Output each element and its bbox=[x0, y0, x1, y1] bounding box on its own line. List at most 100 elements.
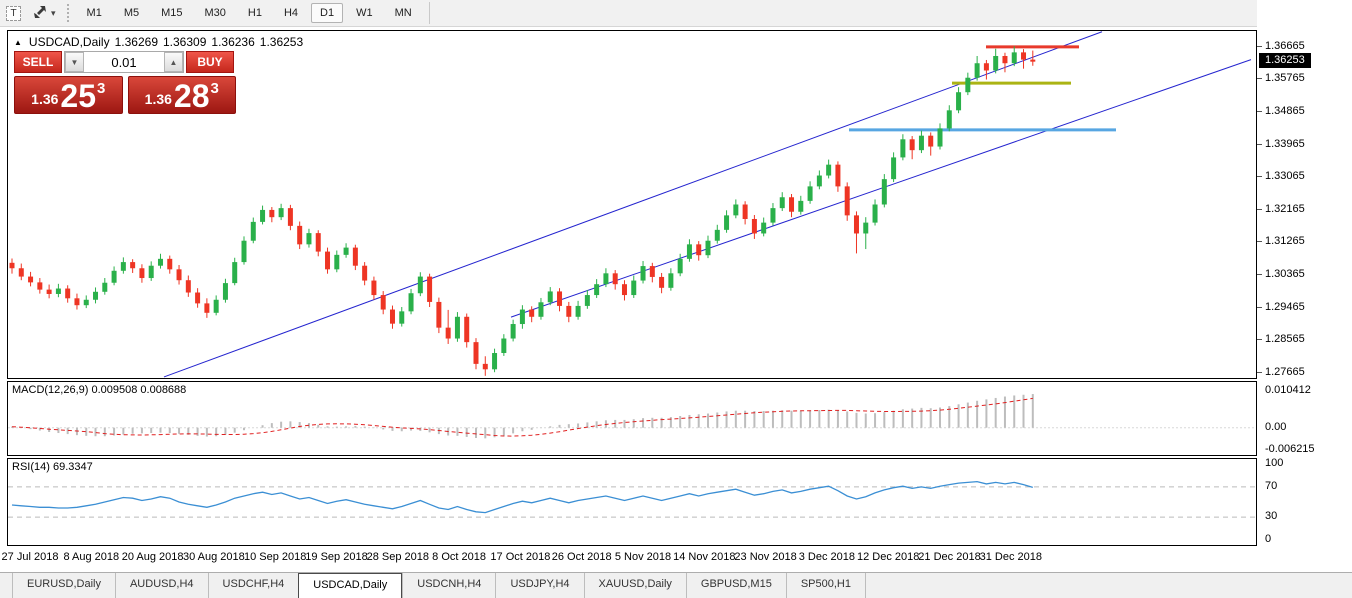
timeframe-button-d1[interactable]: D1 bbox=[311, 3, 343, 23]
macd-axis-label: -0.006215 bbox=[1265, 443, 1315, 455]
toolbar-separator bbox=[429, 2, 430, 24]
buy-price-tile[interactable]: 1.36283 bbox=[128, 76, 237, 114]
price-axis-label: 1.32165 bbox=[1265, 203, 1305, 215]
current-price-tag: 1.36253 bbox=[1259, 53, 1311, 68]
price-axis-tick bbox=[1257, 307, 1262, 308]
date-axis-label: 8 Aug 2018 bbox=[63, 551, 119, 563]
price-axis-tick bbox=[1257, 144, 1262, 145]
price-axis-tick bbox=[1257, 46, 1262, 47]
date-axis[interactable]: 27 Jul 2018 8 Aug 201820 Aug 201830 Aug 2… bbox=[0, 546, 1352, 572]
chart-tab-usdjpy[interactable]: USDJPY,H4 bbox=[495, 573, 583, 598]
price-axis-tick bbox=[1257, 176, 1262, 177]
date-axis-label: 3 Dec 2018 bbox=[799, 551, 855, 563]
date-axis-label: 14 Nov 2018 bbox=[673, 551, 735, 563]
price-axis-label: 1.33065 bbox=[1265, 170, 1305, 182]
date-axis-label: 19 Sep 2018 bbox=[305, 551, 367, 563]
buy-price-pips: 28 bbox=[174, 81, 210, 111]
buy-button[interactable]: BUY bbox=[186, 51, 234, 73]
rsi-label: RSI(14) 69.3347 bbox=[12, 461, 93, 473]
sell-button[interactable]: SELL bbox=[14, 51, 62, 73]
date-axis-label: 31 Dec 2018 bbox=[980, 551, 1042, 563]
date-axis-label: 26 Oct 2018 bbox=[552, 551, 612, 563]
chart-tab-usdcnh[interactable]: USDCNH,H4 bbox=[402, 573, 495, 598]
chart-tab-usdchf[interactable]: USDCHF,H4 bbox=[208, 573, 299, 598]
price-axis-label: 1.36665 bbox=[1265, 40, 1305, 52]
timeframe-button-mn[interactable]: MN bbox=[386, 3, 421, 23]
volume-stepper: ▼ ▲ bbox=[64, 51, 184, 73]
chart-title: ▲ USDCAD,Daily 1.36269 1.36309 1.36236 1… bbox=[14, 35, 303, 49]
macd-axis-label: 0.00 bbox=[1265, 421, 1286, 433]
date-axis-label: 5 Nov 2018 bbox=[615, 551, 671, 563]
volume-increase-button[interactable]: ▲ bbox=[164, 52, 183, 72]
rsi-line bbox=[12, 482, 1033, 513]
ohlc-open: 1.36269 bbox=[115, 35, 158, 49]
macd-label: MACD(12,26,9) 0.009508 0.008688 bbox=[12, 384, 186, 396]
sell-price-tile[interactable]: 1.36253 bbox=[14, 76, 123, 114]
rsi-chart bbox=[8, 459, 1256, 545]
chart-symbol-period: USDCAD,Daily bbox=[29, 35, 110, 49]
timeframe-button-h1[interactable]: H1 bbox=[239, 3, 271, 23]
chart-tab-bar: EURUSD,DailyAUDUSD,H4USDCHF,H4USDCAD,Dai… bbox=[0, 572, 1352, 598]
volume-decrease-button[interactable]: ▼ bbox=[65, 52, 84, 72]
date-axis-label: 21 Dec 2018 bbox=[918, 551, 980, 563]
ohlc-low: 1.36236 bbox=[211, 35, 254, 49]
mt4-window: T ▾ M1M5M15M30H1H4D1W1MN ▲ USDCAD,Daily … bbox=[0, 0, 1352, 598]
macd-axis-label: 0.010412 bbox=[1265, 384, 1311, 396]
timeframe-button-m5[interactable]: M5 bbox=[115, 3, 148, 23]
volume-input[interactable] bbox=[84, 52, 164, 72]
rsi-axis-label: 30 bbox=[1265, 510, 1277, 522]
chevron-down-icon: ▾ bbox=[51, 8, 56, 19]
timeframe-group: M1M5M15M30H1H4D1W1MN bbox=[76, 3, 423, 23]
chart-tab-xauusd[interactable]: XAUUSD,Daily bbox=[584, 573, 686, 598]
chart-tab-sp500[interactable]: SP500,H1 bbox=[786, 573, 866, 598]
price-axis-tick bbox=[1257, 274, 1262, 275]
date-axis-label: 12 Dec 2018 bbox=[857, 551, 919, 563]
macd-indicator-pane[interactable]: MACD(12,26,9) 0.009508 0.008688 bbox=[7, 381, 1257, 456]
timeframe-button-m1[interactable]: M1 bbox=[78, 3, 111, 23]
rsi-axis-label: 100 bbox=[1265, 457, 1283, 469]
price-axis-label: 1.29465 bbox=[1265, 301, 1305, 313]
price-axis-tick bbox=[1257, 372, 1262, 373]
date-axis-label: 27 Jul 2018 bbox=[2, 551, 59, 563]
arrows-tool-button[interactable]: ▾ bbox=[27, 2, 62, 24]
price-axis-label: 1.34865 bbox=[1265, 105, 1305, 117]
text-tool-icon: T bbox=[6, 6, 21, 21]
rsi-indicator-pane[interactable]: RSI(14) 69.3347 bbox=[7, 458, 1257, 546]
timeframe-button-m15[interactable]: M15 bbox=[152, 3, 191, 23]
price-axis-label: 1.31265 bbox=[1265, 235, 1305, 247]
date-axis-label: 20 Aug 2018 bbox=[122, 551, 184, 563]
date-axis-label: 28 Sep 2018 bbox=[367, 551, 429, 563]
timeframe-button-m30[interactable]: M30 bbox=[196, 3, 235, 23]
chart-tab-eurusd[interactable]: EURUSD,Daily bbox=[12, 573, 115, 598]
date-axis-label: 8 Oct 2018 bbox=[432, 551, 486, 563]
price-axis-label: 1.27665 bbox=[1265, 366, 1305, 378]
price-axis-label: 1.28565 bbox=[1265, 333, 1305, 345]
chart-tab-gbpusd[interactable]: GBPUSD,M15 bbox=[686, 573, 786, 598]
buy-price-point: 3 bbox=[211, 80, 219, 97]
price-axis-tick bbox=[1257, 339, 1262, 340]
channel-lower-trendline[interactable] bbox=[511, 60, 1251, 318]
collapse-trade-panel-icon[interactable]: ▲ bbox=[14, 38, 22, 47]
price-axis-tick bbox=[1257, 209, 1262, 210]
top-toolbar: T ▾ M1M5M15M30H1H4D1W1MN bbox=[0, 0, 1352, 27]
chart-tab-audusd[interactable]: AUDUSD,H4 bbox=[115, 573, 208, 598]
buy-price-prefix: 1.36 bbox=[145, 91, 172, 107]
timeframe-button-h4[interactable]: H4 bbox=[275, 3, 307, 23]
toolbar-grip bbox=[67, 4, 69, 22]
text-tool-button[interactable]: T bbox=[0, 2, 27, 24]
trade-prices-row: 1.36253 1.36283 bbox=[14, 76, 236, 114]
sell-price-point: 3 bbox=[97, 80, 105, 97]
sell-price-pips: 25 bbox=[60, 81, 96, 111]
date-axis-label: 17 Oct 2018 bbox=[490, 551, 550, 563]
price-axis-label: 1.30365 bbox=[1265, 268, 1305, 280]
price-axis-label: 1.33965 bbox=[1265, 138, 1305, 150]
timeframe-button-w1[interactable]: W1 bbox=[347, 3, 382, 23]
price-chart-pane[interactable]: ▲ USDCAD,Daily 1.36269 1.36309 1.36236 1… bbox=[7, 30, 1257, 379]
rsi-axis-label: 70 bbox=[1265, 480, 1277, 492]
one-click-trading-panel: SELL ▼ ▲ BUY 1.36253 1.36283 bbox=[14, 51, 236, 114]
price-axis-tick bbox=[1257, 241, 1262, 242]
date-axis-label: 30 Aug 2018 bbox=[183, 551, 245, 563]
date-axis-label: 23 Nov 2018 bbox=[734, 551, 796, 563]
price-axis[interactable]: 1.366651.357651.348651.339651.330651.321… bbox=[1257, 0, 1352, 546]
chart-tab-usdcad[interactable]: USDCAD,Daily bbox=[298, 573, 402, 598]
